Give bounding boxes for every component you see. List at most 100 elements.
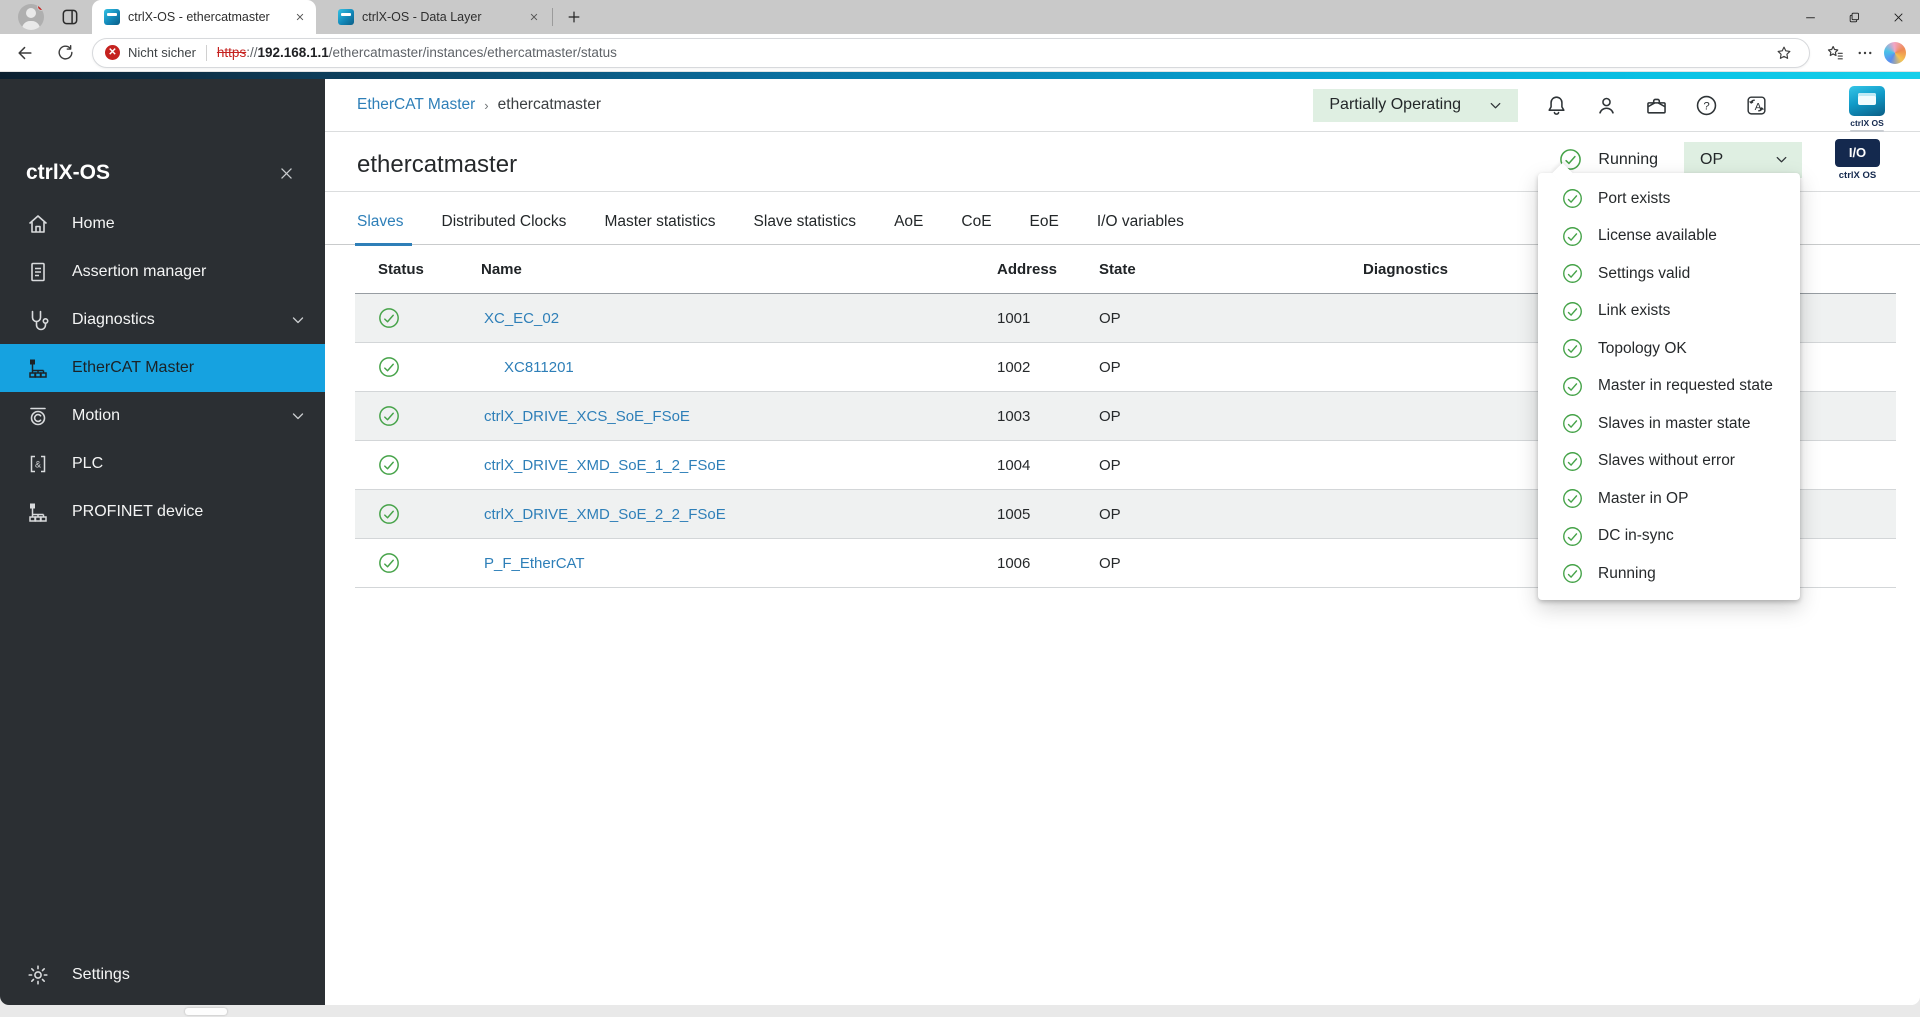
master-status-popup: Port exists License available Settings v…: [1538, 162, 1800, 600]
window-restore-button[interactable]: [1832, 0, 1876, 34]
status-check-label: Slaves without error: [1598, 452, 1735, 470]
user-icon[interactable]: [1593, 92, 1620, 119]
sidebar-item-motion[interactable]: Motion: [0, 392, 325, 440]
address-bar[interactable]: ✕ Nicht sicher https://192.168.1.1/ether…: [92, 37, 1810, 68]
status-check-item: DC in-sync: [1538, 517, 1800, 555]
sidebar-item-label: Home: [72, 215, 115, 232]
refresh-icon[interactable]: [50, 38, 80, 68]
tab-master-statistics[interactable]: Master statistics: [604, 213, 715, 233]
slave-address-cell: 1002: [997, 358, 1031, 376]
document-icon: [26, 260, 50, 284]
slave-link[interactable]: XC811201: [504, 359, 574, 376]
stethoscope-icon: [26, 308, 50, 332]
slave-name-cell: XC_EC_02: [481, 310, 991, 327]
svg-text:&: &: [35, 460, 41, 470]
sidebar: ctrlX-OS Home Assertion manager Diagnost…: [0, 79, 325, 1005]
window-close-button[interactable]: [1876, 0, 1920, 34]
slave-address-cell: 1006: [997, 554, 1031, 572]
slave-name-cell: XC811201: [481, 359, 991, 376]
tab-slaves[interactable]: Slaves: [355, 213, 411, 246]
tab-io-variables[interactable]: I/O variables: [1097, 213, 1184, 233]
bell-icon[interactable]: [1543, 92, 1570, 119]
sidebar-item-profinet-device[interactable]: PROFINET device: [0, 488, 325, 536]
plc-icon: &: [26, 452, 50, 476]
sidebar-item-label: Assertion manager: [72, 263, 207, 280]
browser-tab-data-layer[interactable]: ctrlX-OS - Data Layer: [326, 0, 550, 34]
sidebar-item-label: Settings: [72, 966, 130, 983]
tab-distributed-clocks[interactable]: Distributed Clocks: [442, 213, 567, 233]
status-check-item: Link exists: [1538, 292, 1800, 330]
status-check-label: Slaves in master state: [1598, 414, 1751, 432]
briefcase-icon[interactable]: [1643, 92, 1670, 119]
check-circle-icon: [375, 405, 481, 427]
chevron-down-icon: [1487, 97, 1504, 114]
help-icon[interactable]: ?: [1693, 92, 1720, 119]
status-check-label: Running: [1598, 564, 1656, 582]
status-check-label: DC in-sync: [1598, 527, 1674, 545]
app-title: ctrlX-OS: [26, 161, 111, 184]
io-device-badge[interactable]: I/O ctrlX OS: [1835, 138, 1880, 181]
slave-address-cell: 1005: [997, 505, 1031, 523]
new-tab-button[interactable]: [561, 4, 587, 30]
sidebar-item-diagnostics[interactable]: Diagnostics: [0, 296, 325, 344]
copilot-icon[interactable]: [1884, 41, 1906, 64]
header-actions: Partially Operating ? A: [1313, 88, 1770, 122]
svg-text:A: A: [1755, 102, 1762, 113]
network-tree-icon: [26, 356, 50, 380]
favorites-icon[interactable]: [1820, 38, 1850, 68]
check-circle-icon: [1562, 338, 1583, 359]
sidebar-item-settings[interactable]: Settings: [0, 951, 325, 999]
more-menu-icon[interactable]: [1850, 38, 1880, 68]
system-status-dropdown[interactable]: Partially Operating: [1313, 88, 1518, 122]
tab-aoe[interactable]: AoE: [894, 213, 923, 233]
sidebar-close-icon[interactable]: [278, 165, 295, 182]
io-badge-label: I/O: [1835, 138, 1880, 167]
slave-link[interactable]: ctrlX_DRIVE_XMD_SoE_1_2_FSoE: [484, 457, 726, 474]
sidebar-item-assertion-manager[interactable]: Assertion manager: [0, 248, 325, 296]
tab-close-icon[interactable]: [292, 9, 308, 25]
tab-coe[interactable]: CoE: [961, 213, 991, 233]
browser-profile-icon[interactable]: [18, 4, 44, 30]
browser-toolbar: ✕ Nicht sicher https://192.168.1.1/ether…: [0, 34, 1920, 72]
back-icon[interactable]: [10, 38, 40, 68]
slave-name-cell: ctrlX_DRIVE_XCS_SoE_FSoE: [481, 408, 991, 425]
status-check-label: License available: [1598, 227, 1717, 245]
check-circle-icon: [1562, 488, 1583, 509]
check-circle-icon: [1562, 526, 1583, 547]
breadcrumb-row: EtherCAT Master › ethercatmaster Partial…: [325, 79, 1920, 132]
slave-link[interactable]: ctrlX_DRIVE_XCS_SoE_FSoE: [484, 408, 690, 425]
check-circle-icon: [375, 356, 481, 378]
ctrlx-os-logo[interactable]: ctrlX OS: [1848, 86, 1886, 132]
check-circle-icon: [1562, 376, 1583, 397]
slave-state-cell: OP: [1099, 554, 1121, 572]
window-minimize-button[interactable]: [1788, 0, 1832, 34]
browser-tab-title: ctrlX-OS - ethercatmaster: [128, 10, 270, 24]
slave-link[interactable]: XC_EC_02: [484, 310, 559, 327]
breadcrumb-link-ethercat-master[interactable]: EtherCAT Master: [357, 96, 475, 114]
sidebar-item-plc[interactable]: & PLC: [0, 440, 325, 488]
slave-name-cell: P_F_EtherCAT: [481, 555, 991, 572]
page-title: ethercatmaster: [357, 150, 518, 178]
slave-link[interactable]: ctrlX_DRIVE_XMD_SoE_2_2_FSoE: [484, 506, 726, 523]
tab-eoe[interactable]: EoE: [1030, 213, 1059, 233]
horizontal-scrollbar-thumb[interactable]: [185, 1008, 227, 1015]
slave-link[interactable]: P_F_EtherCAT: [484, 555, 585, 572]
check-circle-icon: [1562, 188, 1583, 209]
tab-divider: [552, 8, 553, 26]
workspaces-icon[interactable]: [60, 7, 80, 27]
insecure-icon[interactable]: ✕: [105, 45, 120, 60]
check-circle-icon: [1562, 563, 1583, 584]
sidebar-item-ethercat-master[interactable]: EtherCAT Master: [0, 344, 325, 392]
status-check-item: Master in OP: [1538, 480, 1800, 518]
check-circle-icon: [1562, 263, 1583, 284]
tab-close-icon[interactable]: [526, 9, 542, 25]
bookmark-star-icon[interactable]: [1769, 38, 1799, 68]
browser-tab-ethercatmaster[interactable]: ctrlX-OS - ethercatmaster: [92, 0, 316, 34]
tab-slave-statistics[interactable]: Slave statistics: [754, 213, 857, 233]
column-name: Name: [481, 260, 522, 278]
url-scheme: https: [216, 45, 247, 60]
sidebar-item-home[interactable]: Home: [0, 200, 325, 248]
status-check-label: Link exists: [1598, 302, 1671, 320]
browser-tabstrip: ctrlX-OS - ethercatmaster ctrlX-OS - Dat…: [0, 0, 1920, 34]
language-icon[interactable]: A: [1743, 92, 1770, 119]
